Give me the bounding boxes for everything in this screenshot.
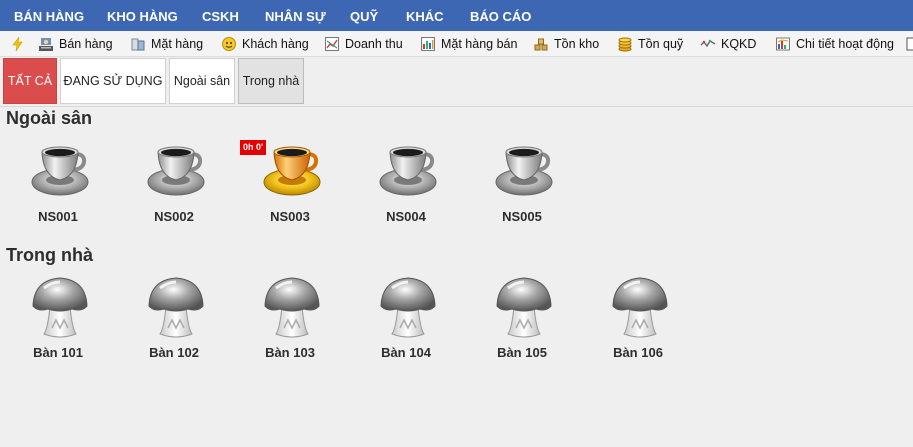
section-title-outdoor: Ngoài sân [6,108,93,128]
menu-khac[interactable]: KHÁC [406,0,444,31]
table-ban-104[interactable]: Bàn 104 [366,276,446,366]
menu-bao-cao[interactable]: BÁO CÁO [470,0,531,31]
table-label: NS001 [38,209,78,224]
table-label: NS003 [270,209,310,224]
mushroom-icon [264,277,320,338]
toolbar-label: KQKD [721,37,757,51]
toolbar-more[interactable] [905,31,913,56]
toolbar-label: Chi tiết hoạt động [796,37,894,51]
table-label: Bàn 103 [265,345,315,360]
table-label: Bàn 101 [33,345,83,360]
toolbar-khach-hang[interactable]: Khách hàng [221,31,309,56]
main-menu-bar: BÁN HÀNG KHO HÀNG CSKH NHÂN SỰ QUỸ KHÁC … [0,0,913,31]
toolbar-ton-kho[interactable]: Tồn kho [533,31,600,56]
toolbar-ban-hang[interactable]: Bán hàng [38,31,113,56]
toolbar-label: Bán hàng [59,37,113,51]
table-label: Bàn 105 [497,345,547,360]
toolbar-label: Tồn kho [554,37,600,51]
tab-outdoor[interactable]: Ngoài sân [169,58,235,104]
section-title-indoor: Trong nhà [6,245,93,265]
tab-indoor[interactable]: Trong nhà [238,58,304,104]
toolbar-mat-hang[interactable]: Mặt hàng [130,31,204,56]
coffee-cup-active-icon [263,146,321,196]
table-ban-103[interactable]: Bàn 103 [250,276,330,366]
table-ban-105[interactable]: Bàn 105 [482,276,562,366]
toolbar-label: Doanh thu [345,37,403,51]
table-label: Bàn 102 [149,345,199,360]
toolbar-ton-quy[interactable]: Tồn quỹ [617,31,684,56]
quick-toolbar: Bán hàng Mặt hàng Khách hàng Doanh thu M… [0,31,913,57]
menu-kho-hang[interactable]: KHO HÀNG [107,0,178,31]
mushroom-icon [148,277,204,338]
table-ns005[interactable]: NS005 [482,140,562,230]
document-icon [906,37,913,51]
stock-icon [534,38,548,51]
revenue-icon [325,37,339,51]
cashier-icon [39,38,53,51]
trend-icon [700,39,716,48]
toolbar-kqkd[interactable]: KQKD [700,31,757,56]
menu-nhan-su[interactable]: NHÂN SỰ [265,0,326,31]
toolbar-label: Tồn quỹ [638,37,684,51]
menu-cskh[interactable]: CSKH [202,0,239,31]
tab-in-use[interactable]: ĐANG SỬ DỤNG [60,58,166,104]
mushroom-icon [32,277,88,338]
tab-all[interactable]: TẤT CẢ [3,58,57,104]
menu-ban-hang[interactable]: BÁN HÀNG [14,0,84,31]
toolbar-doanh-thu[interactable]: Doanh thu [324,31,403,56]
toolbar-label: Khách hàng [242,37,309,51]
product-icon [131,38,145,51]
table-label: NS005 [502,209,542,224]
table-ns004[interactable]: NS004 [366,140,446,230]
coffee-cup-icon [379,146,437,196]
toolbar-chi-tiet-hoat-dong[interactable]: Chi tiết hoạt động [775,31,894,56]
table-label: NS002 [154,209,194,224]
table-label: Bàn 106 [613,345,663,360]
mushroom-icon [612,277,668,338]
toolbar-label: Mặt hàng bán [441,37,518,51]
mushroom-icon [496,277,552,338]
bar-chart-icon [421,37,435,51]
toolbar-quick-action[interactable] [10,31,31,56]
table-ban-106[interactable]: Bàn 106 [598,276,678,366]
table-label: Bàn 104 [381,345,431,360]
table-label: NS004 [386,209,426,224]
customer-icon [222,37,236,51]
table-ns002[interactable]: NS002 [134,140,214,230]
table-ns003[interactable]: 0h 0' NS003 [240,140,330,230]
coffee-cup-icon [495,146,553,196]
lightning-icon [12,36,23,52]
mushroom-icon [380,277,436,338]
toolbar-mat-hang-ban[interactable]: Mặt hàng bán [420,31,518,56]
table-ban-101[interactable]: Bàn 101 [18,276,98,366]
toolbar-label: Mặt hàng [151,37,204,51]
coffee-cup-icon [31,146,89,196]
menu-quy[interactable]: QUỸ [350,0,378,31]
table-ban-102[interactable]: Bàn 102 [134,276,214,366]
coffee-cup-icon [147,146,205,196]
filter-tabs: TẤT CẢ ĐANG SỬ DỤNG Ngoài sân Trong nhà [0,57,913,107]
occupied-time-badge: 0h 0' [240,140,267,155]
coins-icon [618,37,632,52]
table-ns001[interactable]: NS001 [18,140,98,230]
activity-icon [776,37,790,51]
